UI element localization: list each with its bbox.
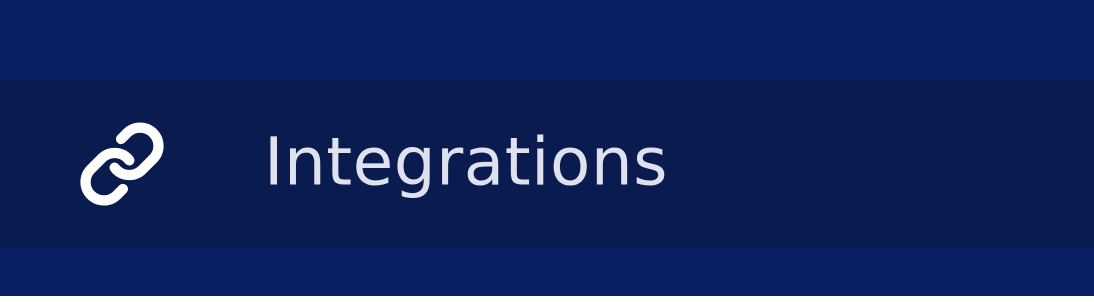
- sidebar: Integrations: [0, 0, 1094, 296]
- link-icon: [78, 120, 166, 208]
- sidebar-item-integrations[interactable]: Integrations: [0, 80, 1094, 248]
- sidebar-item-label: Integrations: [264, 123, 669, 201]
